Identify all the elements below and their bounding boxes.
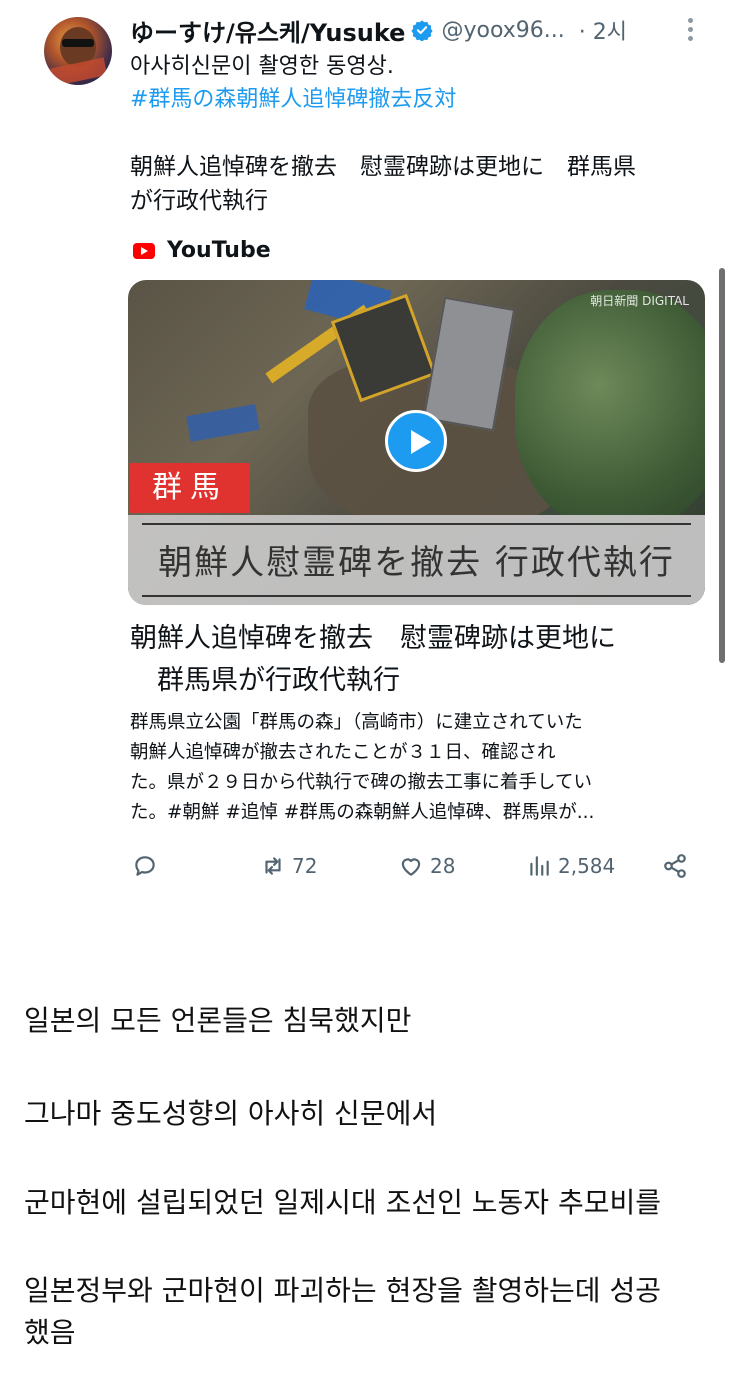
video-banner: 朝鮮人慰霊碑を撤去 行政代執行 [128, 515, 705, 605]
preview-title-line: が行政代執行 [130, 188, 268, 214]
play-button-icon[interactable] [385, 410, 447, 472]
news-logo: 朝日新聞 DIGITAL [590, 294, 689, 308]
card-title-line: 朝鮮人追悼碑を撤去 慰霊碑跡は更地に [130, 623, 616, 654]
reply-button[interactable] [132, 848, 158, 884]
views-icon [530, 856, 549, 876]
card-description: 群馬県立公園「群馬の森」（高崎市）に建立されていた 朝鮮人追悼碑が撤去されたこと… [130, 708, 710, 828]
youtube-label: YouTube [167, 238, 271, 263]
share-icon [664, 854, 686, 878]
thumb-trees [515, 290, 705, 530]
reply-icon [135, 856, 155, 876]
post-line: 그나마 중도성향의 아사히 신문에서 [24, 1097, 438, 1130]
more-options-icon[interactable] [688, 18, 694, 42]
timestamp[interactable]: · 2시 [579, 14, 627, 46]
post-line: 군마현에 설립되었던 일제시대 조선인 노동자 추모비를 [24, 1186, 661, 1219]
verified-badge-icon [411, 20, 434, 41]
view-count: 2,584 [558, 854, 616, 878]
thumb-tarp [186, 404, 260, 442]
scrollbar[interactable] [719, 268, 725, 663]
preview-title-line: 朝鮮人追悼碑を撤去 慰霊碑跡は更地に 群馬県 [130, 154, 636, 180]
retweet-icon [265, 857, 281, 875]
card-desc-line: た。#朝鮮 #追悼 #群馬の森朝鮮人追悼碑、群馬県が... [130, 802, 595, 823]
video-thumbnail[interactable]: 朝日新聞 DIGITAL 群馬 朝鮮人慰霊碑を撤去 行政代執行 [128, 280, 705, 605]
banner-rule [142, 523, 691, 525]
post-line: 일본의 모든 언론들은 침묵했지만 [24, 1004, 412, 1037]
banner-rule [142, 595, 691, 597]
tweet-header: ゆーすけ/유스케/Yusuke @yoox96... · 2시 [130, 13, 700, 48]
views-button[interactable]: 2,584 [526, 848, 615, 884]
card-desc-line: た。県が２９日から代執行で碑の撤去工事に着手してい [130, 772, 592, 793]
heart-icon [401, 858, 421, 876]
display-name[interactable]: ゆーすけ/유스케/Yusuke [130, 13, 405, 48]
card-desc-line: 群馬県立公園「群馬の森」（高崎市）に建立されていた [130, 712, 583, 733]
avatar[interactable] [44, 17, 112, 85]
post-line-part: 일본정부와 군마현이 파괴하는 현장을 촬영하는데 성공 [24, 1274, 661, 1307]
handle[interactable]: @yoox96... [441, 18, 564, 43]
like-count: 28 [430, 854, 456, 878]
card-title-line: 群馬県が行政代執行 [130, 665, 400, 696]
retweet-count: 72 [292, 854, 318, 878]
region-label: 群馬 [130, 463, 250, 513]
card-desc-line: 朝鮮人追悼碑が撤去されたことが３１日、確認され [130, 742, 556, 763]
tweet-actions: 72 28 2,584 [130, 848, 690, 884]
card-title[interactable]: 朝鮮人追悼碑を撤去 慰霊碑跡は更地に 群馬県が行政代執行 [130, 618, 710, 702]
avatar-glasses [62, 39, 94, 47]
banner-text: 朝鮮人慰霊碑を撤去 行政代執行 [158, 543, 675, 583]
link-preview-title: 朝鮮人追悼碑を撤去 慰霊碑跡は更地に 群馬県 が行政代執行 [130, 150, 710, 218]
like-button[interactable]: 28 [398, 848, 455, 884]
youtube-icon [133, 242, 155, 259]
tweet-text-line: 아사히신문이 촬영한 동영상. [130, 54, 394, 79]
post-line-part: 했음 [24, 1316, 76, 1349]
post-line: 일본정부와 군마현이 파괴하는 현장을 촬영하는데 성공 했음 [24, 1270, 724, 1354]
tweet-text: 아사히신문이 촬영한 동영상. #群馬の森朝鮮人追悼碑撤去反対 [130, 50, 456, 116]
retweet-button[interactable]: 72 [260, 848, 317, 884]
youtube-source[interactable]: YouTube [133, 238, 271, 263]
hashtag-link[interactable]: #群馬の森朝鮮人追悼碑撤去反対 [130, 83, 456, 116]
share-button[interactable] [662, 848, 688, 884]
